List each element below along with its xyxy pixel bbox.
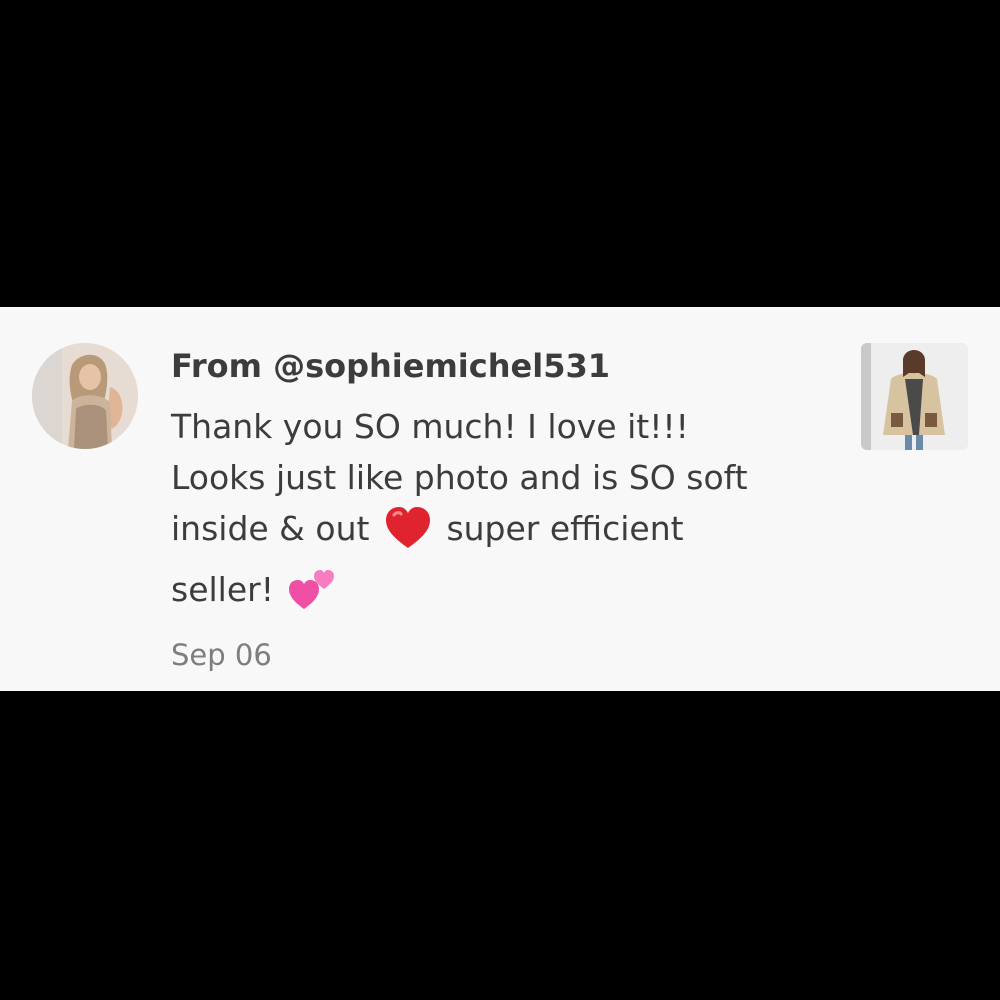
message-segment: inside & out	[171, 509, 370, 548]
two-hearts-icon	[288, 567, 336, 625]
comment-text: Thank you SO much! I love it!!! Looks ju…	[171, 401, 831, 625]
message-line-with-emoji: inside & out super efficient	[171, 503, 831, 564]
message-line: Thank you SO much! I love it!!!	[171, 407, 689, 446]
comment-author[interactable]: From @sophiemichel531	[171, 345, 831, 387]
red-heart-icon	[384, 506, 432, 564]
comment-content: From @sophiemichel531 Thank you SO much!…	[171, 345, 831, 675]
product-thumbnail[interactable]	[861, 343, 968, 450]
comment-card: From @sophiemichel531 Thank you SO much!…	[0, 307, 1000, 691]
message-line: Looks just like photo and is SO soft	[171, 458, 748, 497]
message-line-with-emoji: seller!	[171, 564, 831, 625]
message-segment: seller!	[171, 570, 274, 609]
comment-date: Sep 06	[171, 638, 272, 672]
user-avatar[interactable]	[32, 343, 138, 449]
message-segment: super efficient	[446, 509, 684, 548]
